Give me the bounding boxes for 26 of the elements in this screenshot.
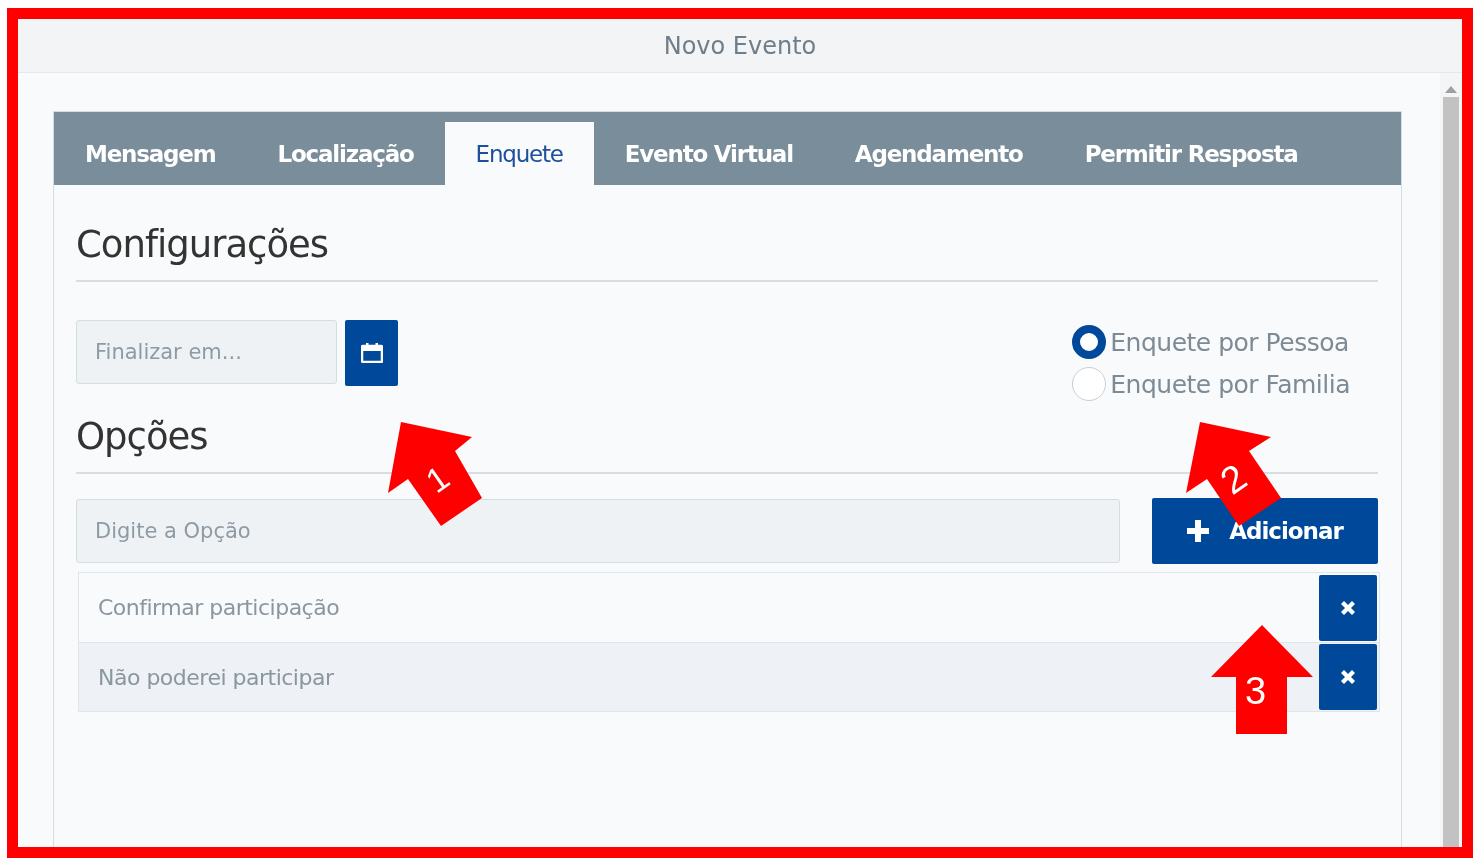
- callout-number: 2: [1214, 457, 1254, 501]
- scrollbar[interactable]: [1440, 73, 1462, 847]
- radio-option[interactable]: Enquete por Familia: [1072, 367, 1350, 401]
- remove-button[interactable]: [1319, 574, 1377, 641]
- section-heading: Configurações: [76, 223, 330, 266]
- scrollbar-thumb[interactable]: [1443, 97, 1459, 847]
- calendar-button[interactable]: [345, 320, 398, 386]
- tab[interactable]: Enquete: [444, 122, 594, 185]
- date-field[interactable]: Finalizar em...: [76, 320, 337, 384]
- tab[interactable]: Permitir Resposta: [1053, 112, 1329, 185]
- radio-option[interactable]: Enquete por Pessoa: [1072, 325, 1350, 359]
- option-field[interactable]: Digite a Opção: [76, 499, 1120, 563]
- section-heading: Opções: [76, 415, 209, 458]
- callout-number: 3: [1245, 672, 1267, 710]
- tab[interactable]: Evento Virtual: [593, 112, 824, 185]
- plus-icon: [1187, 520, 1210, 542]
- option-text: Não poderei participar: [98, 664, 334, 690]
- tab[interactable]: Localização: [246, 112, 445, 185]
- add-button[interactable]: Adicionar: [1152, 498, 1378, 564]
- window-title: Novo Evento: [663, 31, 817, 60]
- tab[interactable]: Mensagem: [54, 112, 247, 185]
- option-text: Confirmar participação: [98, 595, 340, 620]
- callout-number: 1: [419, 459, 455, 499]
- calendar-icon: [360, 343, 383, 363]
- tab[interactable]: Agendamento: [823, 112, 1054, 185]
- remove-button[interactable]: [1319, 644, 1377, 710]
